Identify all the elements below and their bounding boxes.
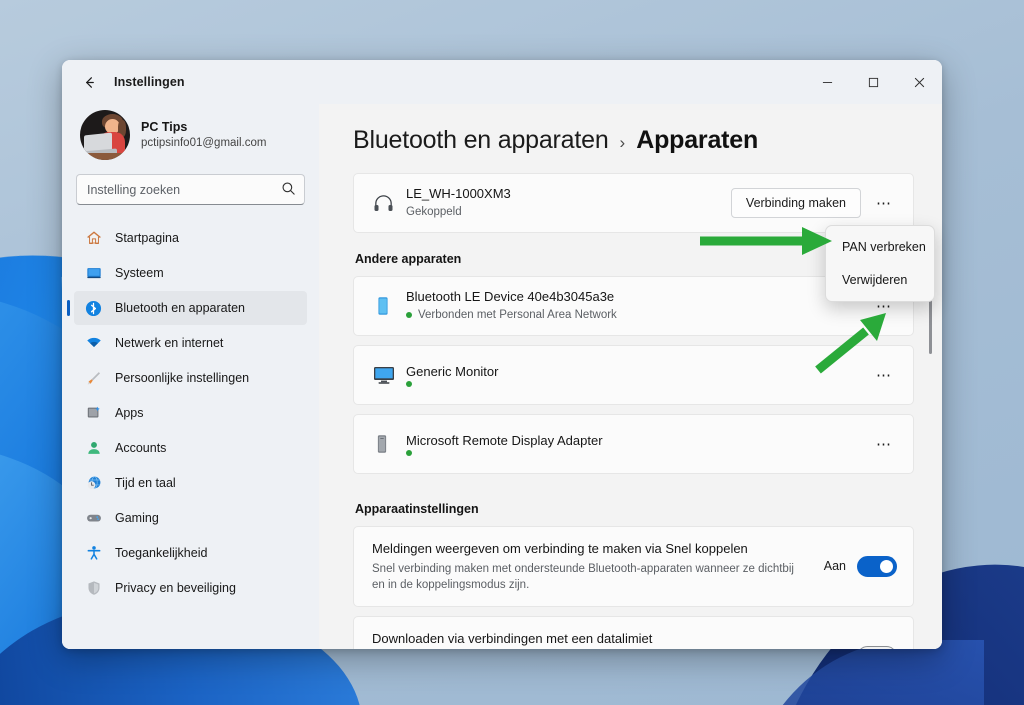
chevron-right-icon: ›	[620, 133, 626, 153]
dock-icon	[372, 433, 406, 455]
close-button[interactable]	[896, 60, 942, 104]
wifi-icon	[85, 335, 102, 352]
status-dot	[406, 381, 412, 387]
user-profile[interactable]: PC Tips pctipsinfo01@gmail.com	[74, 104, 307, 174]
headphones-icon	[372, 192, 406, 215]
more-options-icon[interactable]: ⋯	[869, 360, 899, 390]
sidebar-item-bluetooth-en-apparaten[interactable]: Bluetooth en apparaten	[74, 291, 307, 325]
device-status	[406, 381, 869, 387]
profile-name: PC Tips	[141, 119, 266, 136]
device-name: LE_WH-1000XM3	[406, 185, 731, 204]
setting-title: Meldingen weergeven om verbinding te mak…	[372, 539, 810, 559]
sidebar-item-persoonlijke-instellingen[interactable]: Persoonlijke instellingen	[74, 361, 307, 395]
sidebar-item-label: Gaming	[115, 511, 159, 525]
status-dot	[406, 312, 412, 318]
device-settings-heading: Apparaatinstellingen	[355, 502, 942, 516]
setting-toggle-group: Uit	[831, 646, 897, 649]
profile-email: pctipsinfo01@gmail.com	[141, 136, 266, 152]
metered-download-toggle[interactable]	[857, 646, 897, 649]
gamepad-icon	[85, 510, 102, 527]
quick-pair-toggle[interactable]	[857, 556, 897, 577]
device-status	[406, 450, 869, 456]
breadcrumb-root[interactable]: Bluetooth en apparaten	[353, 126, 609, 155]
setting-row: Meldingen weergeven om verbinding te mak…	[354, 527, 913, 606]
avatar	[80, 110, 130, 160]
search-box	[76, 174, 305, 205]
device-name: Bluetooth LE Device 40e4b3045a3e	[406, 288, 869, 307]
more-options-icon[interactable]: ⋯	[869, 429, 899, 459]
setting-card-quick-pair: Meldingen weergeven om verbinding te mak…	[353, 526, 914, 607]
sidebar-item-label: Startpagina	[115, 231, 179, 245]
phone-icon	[372, 295, 406, 317]
context-menu: PAN verbreken Verwijderen	[825, 225, 935, 302]
clock-globe-icon	[85, 475, 102, 492]
bluetooth-icon	[85, 300, 102, 317]
sidebar-item-accounts[interactable]: Accounts	[74, 431, 307, 465]
sidebar-nav: Startpagina Systeem Bluetooth en apparat…	[74, 221, 307, 605]
sidebar-item-netwerk-en-internet[interactable]: Netwerk en internet	[74, 326, 307, 360]
back-arrow-icon[interactable]	[72, 67, 106, 97]
shield-icon	[85, 580, 102, 597]
status-dot	[406, 450, 412, 456]
window-titlebar: Instellingen	[62, 60, 942, 104]
sidebar-item-label: Accounts	[115, 441, 166, 455]
monitor-icon	[85, 265, 102, 282]
connect-button[interactable]: Verbinding maken	[731, 188, 861, 218]
maximize-button[interactable]	[850, 60, 896, 104]
device-card: Generic Monitor ⋯	[353, 345, 914, 405]
setting-title: Downloaden via verbindingen met een data…	[372, 629, 817, 649]
device-name: Microsoft Remote Display Adapter	[406, 432, 869, 451]
sidebar-item-systeem[interactable]: Systeem	[74, 256, 307, 290]
sidebar-item-privacy-en-beveiliging[interactable]: Privacy en beveiliging	[74, 571, 307, 605]
window-title: Instellingen	[114, 75, 185, 89]
device-status: Verbonden met Personal Area Network	[406, 307, 869, 324]
sidebar-item-label: Bluetooth en apparaten	[115, 301, 245, 315]
sidebar-item-apps[interactable]: Apps	[74, 396, 307, 430]
context-menu-item-pan-verbreken[interactable]: PAN verbreken	[830, 231, 930, 263]
sidebar-item-label: Apps	[115, 406, 144, 420]
sidebar-item-label: Systeem	[115, 266, 164, 280]
wallpaper-ribbon	[744, 640, 984, 705]
sidebar-item-label: Persoonlijke instellingen	[115, 371, 249, 385]
sidebar-item-toegankelijkheid[interactable]: Toegankelijkheid	[74, 536, 307, 570]
person-icon	[85, 440, 102, 457]
window-controls	[804, 60, 942, 104]
toggle-label: Aan	[824, 559, 846, 573]
device-row: Generic Monitor ⋯	[354, 346, 913, 404]
page-title: Apparaten	[636, 126, 758, 155]
sidebar: PC Tips pctipsinfo01@gmail.com Sta	[62, 104, 319, 649]
sidebar-item-tijd-en-taal[interactable]: Tijd en taal	[74, 466, 307, 500]
more-options-icon[interactable]: ⋯	[869, 188, 899, 218]
device-row: LE_WH-1000XM3 Gekoppeld Verbinding maken…	[354, 174, 913, 232]
device-row: Microsoft Remote Display Adapter ⋯	[354, 415, 913, 473]
setting-card-metered-download: Downloaden via verbindingen met een data…	[353, 616, 914, 649]
sidebar-item-label: Tijd en taal	[115, 476, 176, 490]
device-name: Generic Monitor	[406, 363, 869, 382]
sidebar-item-label: Netwerk en internet	[115, 336, 223, 350]
setting-toggle-group: Aan	[824, 556, 897, 577]
paired-device-card: LE_WH-1000XM3 Gekoppeld Verbinding maken…	[353, 173, 914, 233]
setting-description: Snel verbinding maken met ondersteunde B…	[372, 561, 810, 594]
sidebar-item-startpagina[interactable]: Startpagina	[74, 221, 307, 255]
settings-window: Instellingen	[62, 60, 942, 649]
minimize-button[interactable]	[804, 60, 850, 104]
setting-row: Downloaden via verbindingen met een data…	[354, 617, 913, 649]
device-status: Gekoppeld	[406, 204, 731, 221]
device-card: Microsoft Remote Display Adapter ⋯	[353, 414, 914, 474]
paintbrush-icon	[85, 370, 102, 387]
sidebar-item-gaming[interactable]: Gaming	[74, 501, 307, 535]
context-menu-item-verwijderen[interactable]: Verwijderen	[830, 264, 930, 296]
apps-icon	[85, 405, 102, 422]
monitor-device-icon	[372, 363, 406, 387]
search-input[interactable]	[76, 174, 305, 205]
accessibility-icon	[85, 545, 102, 562]
main-content: Bluetooth en apparaten › Apparaten LE	[319, 104, 942, 649]
device-status-text: Verbonden met Personal Area Network	[418, 307, 617, 324]
home-icon	[85, 230, 102, 247]
sidebar-item-label: Privacy en beveiliging	[115, 581, 236, 595]
breadcrumb: Bluetooth en apparaten › Apparaten	[353, 126, 942, 155]
sidebar-item-label: Toegankelijkheid	[115, 546, 207, 560]
